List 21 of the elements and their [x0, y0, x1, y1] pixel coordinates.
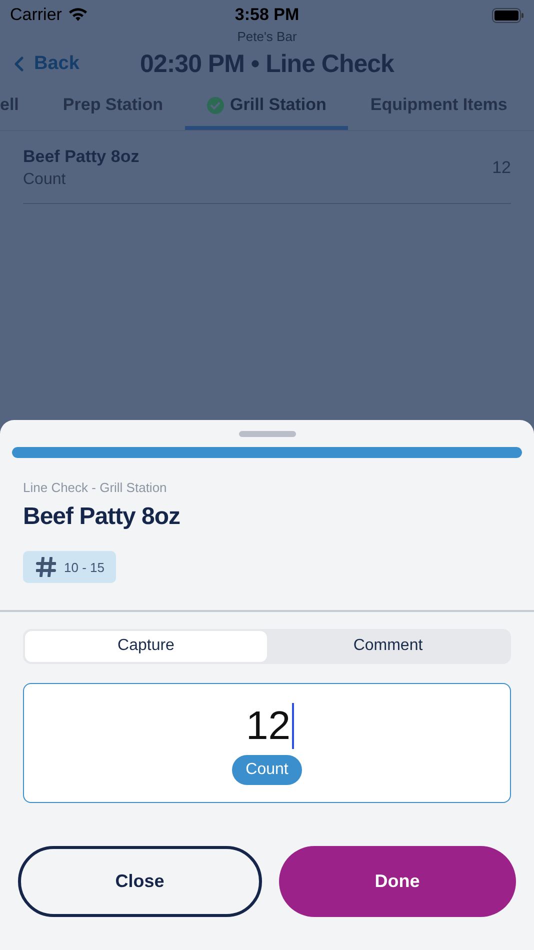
range-badge: 10 - 15 [23, 551, 116, 583]
text-cursor [292, 702, 294, 748]
segment-tab[interactable]: Capture [25, 630, 267, 662]
sheet-handle[interactable] [238, 431, 296, 437]
back-chevron-icon [14, 56, 24, 72]
battery-icon [492, 8, 524, 22]
input-field[interactable]: 12 Count [23, 682, 511, 802]
close-button[interactable]: Close [18, 846, 262, 916]
carrier-text: Carrier [10, 5, 62, 25]
venue-subtitle: Pete's Bar [236, 30, 298, 44]
page-title: 02:30 PM • Line Check [140, 50, 394, 78]
unit-badge: Count [232, 754, 302, 784]
breadcrumb-text: Line Check - Grill Station [23, 480, 168, 495]
done-button[interactable]: Done [278, 846, 516, 916]
status-time: 3:58 PM [234, 5, 300, 25]
wifi-icon [68, 8, 88, 22]
item-title: Beef Patty 8oz [23, 503, 182, 531]
item-name: Beef Patty 8oz [23, 147, 140, 167]
segment-tab[interactable]: Comment [267, 630, 509, 662]
field-value: 12 [246, 702, 290, 750]
check-icon [207, 96, 224, 114]
